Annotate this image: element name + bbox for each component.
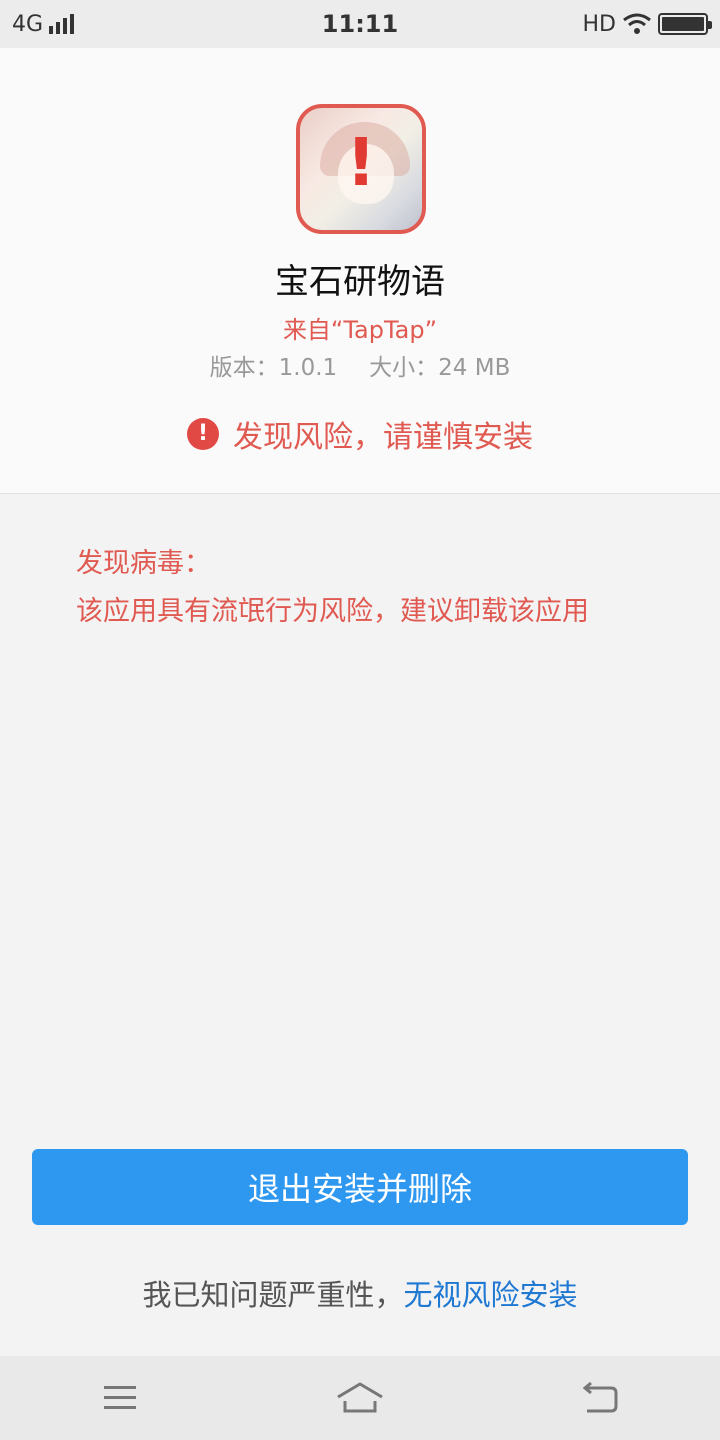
back-icon: [582, 1382, 618, 1413]
app-info-panel: ! 宝石研物语 来自“TapTap” 版本：1.0.1 大小：24 MB ! 发…: [0, 48, 720, 494]
menu-icon: [104, 1386, 136, 1409]
risk-message: 发现风险，请谨慎安装: [233, 420, 533, 455]
app-version: 版本：1.0.1: [209, 355, 338, 381]
back-button[interactable]: [560, 1368, 640, 1428]
ignore-prefix: 我已知问题严重性，: [142, 1278, 404, 1312]
home-icon: [337, 1382, 383, 1413]
signal-icon: [49, 14, 75, 34]
alert-circle-icon: !: [187, 418, 219, 450]
virus-title: 发现病毒：: [76, 548, 211, 579]
virus-warning: 发现病毒： 该应用具有流氓行为风险，建议卸载该应用: [76, 540, 676, 636]
ignore-risk-install-link[interactable]: 无视风险安装: [404, 1278, 578, 1312]
navigation-bar: [0, 1356, 720, 1440]
app-name: 宝石研物语: [275, 262, 445, 302]
menu-button[interactable]: [80, 1368, 160, 1428]
hd-indicator: HD: [582, 11, 616, 37]
exit-and-delete-button[interactable]: 退出安装并删除: [32, 1149, 688, 1225]
status-bar: 4G 11:11 HD: [0, 0, 720, 48]
wifi-icon: [623, 13, 651, 34]
risk-warning: ! 发现风险，请谨慎安装: [0, 412, 720, 456]
battery-icon: [658, 13, 712, 35]
ignore-risk-line: 我已知问题严重性，无视风险安装: [0, 1272, 720, 1314]
status-right: HD: [582, 11, 712, 37]
app-source: 来自“TapTap”: [282, 316, 438, 344]
app-size: 大小：24 MB: [369, 355, 511, 381]
virus-description: 该应用具有流氓行为风险，建议卸载该应用: [76, 596, 589, 627]
app-icon: !: [296, 104, 426, 234]
home-button[interactable]: [320, 1368, 400, 1428]
status-left: 4G: [12, 11, 75, 37]
app-meta: 版本：1.0.1 大小：24 MB: [0, 348, 720, 382]
network-type: 4G: [12, 11, 44, 37]
warning-exclamation-icon: !: [345, 124, 377, 201]
